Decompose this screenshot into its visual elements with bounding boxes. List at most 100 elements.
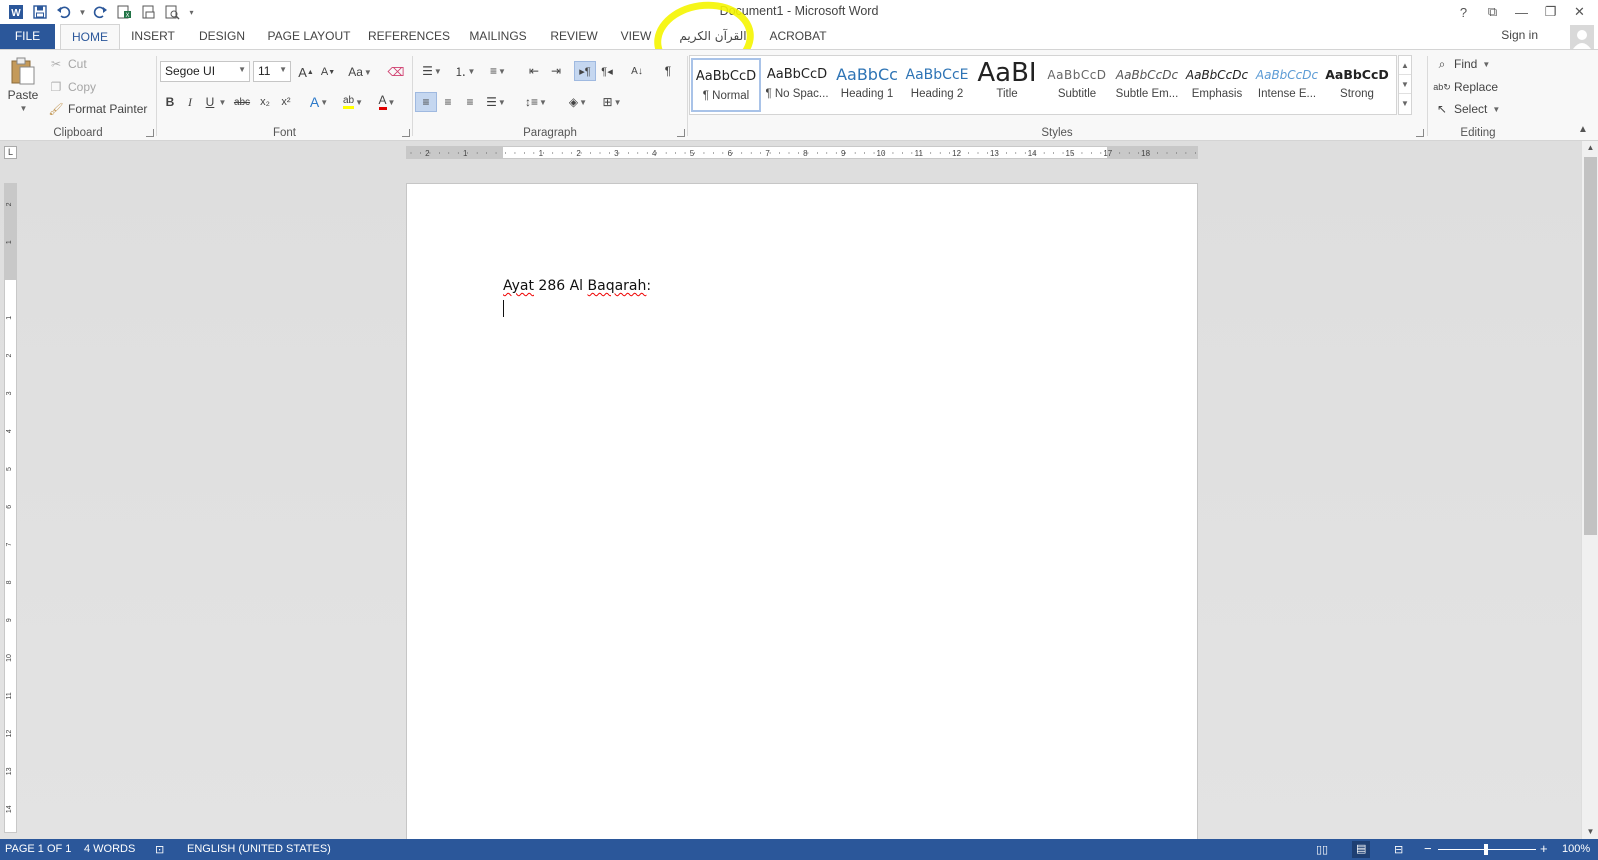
tab-mailings[interactable]: MAILINGS xyxy=(462,24,534,49)
document-text-line[interactable]: Ayat 286 Al Baqarah: xyxy=(503,278,651,294)
ruler-tick-label: 13 xyxy=(990,149,999,158)
align-center-button[interactable]: ≡ xyxy=(437,92,459,112)
zoom-slider-thumb[interactable] xyxy=(1484,844,1488,855)
numbering-button[interactable]: ⒈ ▼ xyxy=(450,61,480,81)
decrease-indent-button[interactable]: ⇤ xyxy=(523,61,545,81)
borders-button[interactable]: ⊞ ▼ xyxy=(597,92,627,112)
font-size-combo[interactable]: 11 ▼ xyxy=(253,61,291,82)
clear-formatting-button[interactable]: ⌫ xyxy=(385,62,407,82)
replace-button[interactable]: ab↻ Replace xyxy=(1433,79,1498,95)
scroll-down-icon[interactable]: ▼ xyxy=(1582,825,1598,839)
font-family-combo[interactable]: Segoe UI ▼ xyxy=(160,61,250,82)
find-button[interactable]: ⌕ Find ▼ xyxy=(1434,56,1491,72)
clipboard-group-label: Clipboard xyxy=(53,127,103,139)
rtl-direction-button[interactable]: ¶◂ xyxy=(596,61,618,81)
tab-home[interactable]: HOME xyxy=(60,24,120,50)
horizontal-ruler[interactable]: 2 1 1 2 3 4 5 6 7 8 9 10 11 12 13 14 15 17 18 xyxy=(406,146,1198,159)
show-formatting-marks-button[interactable]: ¶ xyxy=(657,61,679,81)
proofing-icon[interactable]: ⊡ xyxy=(155,843,164,856)
format-painter-button[interactable]: 🖌 Format Painter xyxy=(48,101,147,117)
bold-button[interactable]: B xyxy=(159,92,181,112)
ruler-tick-label: 12 xyxy=(6,730,13,738)
style-no-spacing[interactable]: AaBbCcD ¶ No Spac... xyxy=(762,58,832,112)
style-normal[interactable]: AaBbCcD ¶ Normal xyxy=(691,58,761,112)
tab-acrobat[interactable]: ACROBAT xyxy=(766,24,830,49)
close-icon[interactable]: ✕ xyxy=(1565,0,1594,24)
scroll-up-icon[interactable]: ▲ xyxy=(1582,141,1598,155)
tab-view[interactable]: VIEW xyxy=(614,24,658,49)
tab-review[interactable]: REVIEW xyxy=(544,24,604,49)
align-right-button[interactable]: ≡ xyxy=(459,92,481,112)
grow-font-button[interactable]: A ▲ xyxy=(295,62,317,82)
change-case-button[interactable]: Aa ▼ xyxy=(345,62,375,82)
zoom-in-button[interactable]: + xyxy=(1540,841,1548,856)
increase-indent-button[interactable]: ⇥ xyxy=(545,61,567,81)
style-intense-emphasis[interactable]: AaBbCcDc Intense E... xyxy=(1252,58,1322,112)
sort-button[interactable]: A↓ xyxy=(626,61,648,81)
copy-button[interactable]: ❐ Copy xyxy=(48,79,96,95)
vertical-scrollbar[interactable]: ▲ ▼ xyxy=(1581,141,1598,839)
ribbon-display-options-icon[interactable]: ⧉ xyxy=(1478,0,1507,24)
tab-selector-button[interactable]: L xyxy=(4,146,17,159)
scrollbar-thumb[interactable] xyxy=(1584,157,1597,535)
tab-insert[interactable]: INSERT xyxy=(126,24,180,49)
bullets-button[interactable]: ☰ ▼ xyxy=(417,61,447,81)
underline-dropdown-icon[interactable]: ▼ xyxy=(217,92,227,112)
style-subtitle[interactable]: AaBbCcD Subtitle xyxy=(1042,58,1112,112)
paragraph-dialog-launcher[interactable] xyxy=(677,129,685,137)
tab-page-layout[interactable]: PAGE LAYOUT xyxy=(262,24,356,49)
ruler-tick-label: 4 xyxy=(6,429,13,433)
minimize-icon[interactable]: — xyxy=(1507,0,1536,24)
shading-button[interactable]: ◈ ▼ xyxy=(563,92,593,112)
web-layout-icon[interactable]: ⊟ xyxy=(1394,843,1403,856)
style-title[interactable]: AaBI Title xyxy=(972,58,1042,112)
paste-button[interactable]: Paste ▼ xyxy=(6,56,40,113)
paste-dropdown-icon[interactable]: ▼ xyxy=(20,104,28,113)
word-count-status[interactable]: 4 WORDS xyxy=(84,843,135,855)
superscript-button[interactable]: x² xyxy=(275,92,297,112)
font-color-button[interactable]: A ▼ xyxy=(373,92,401,112)
zoom-out-button[interactable]: − xyxy=(1424,841,1432,856)
document-page[interactable]: Ayat 286 Al Baqarah: xyxy=(406,183,1198,843)
font-size-dropdown-icon: ▼ xyxy=(279,65,287,74)
line-spacing-button[interactable]: ↕≡ ▼ xyxy=(521,92,551,112)
align-left-icon: ≡ xyxy=(422,95,430,109)
language-status[interactable]: ENGLISH (UNITED STATES) xyxy=(187,843,331,855)
tab-design[interactable]: DESIGN xyxy=(192,24,252,49)
tab-references[interactable]: REFERENCES xyxy=(366,24,452,49)
italic-button[interactable]: I xyxy=(179,92,201,112)
cut-button[interactable]: ✂ Cut xyxy=(48,56,87,72)
print-layout-view-icon[interactable]: ▤ xyxy=(1352,841,1371,858)
gallery-more-icon[interactable]: ▼ xyxy=(1399,94,1411,113)
zoom-level[interactable]: 100% xyxy=(1562,843,1590,855)
page-count-status[interactable]: PAGE 1 OF 1 xyxy=(5,843,71,855)
tab-file[interactable]: FILE xyxy=(0,24,55,49)
justify-button[interactable]: ☰ ▼ xyxy=(481,92,511,112)
style-heading-2[interactable]: AaBbCcE Heading 2 xyxy=(902,58,972,112)
maximize-icon[interactable]: ❐ xyxy=(1536,0,1565,24)
style-strong[interactable]: AaBbCcD Strong xyxy=(1322,58,1392,112)
highlight-button[interactable]: ab ▼ xyxy=(339,92,367,112)
shrink-font-button[interactable]: A ▼ xyxy=(317,62,339,82)
read-mode-icon[interactable]: ▯▯ xyxy=(1316,843,1328,856)
strikethrough-button[interactable]: abc xyxy=(231,92,253,112)
clipboard-dialog-launcher[interactable] xyxy=(146,129,154,137)
multilevel-list-button[interactable]: ≡ ▼ xyxy=(483,61,513,81)
sign-in-link[interactable]: Sign in xyxy=(1501,28,1538,42)
align-left-button[interactable]: ≡ xyxy=(415,92,437,112)
style-subtle-emphasis[interactable]: AaBbCcDc Subtle Em... xyxy=(1112,58,1182,112)
style-heading-1[interactable]: AaBbCc Heading 1 xyxy=(832,58,902,112)
subscript-button[interactable]: x₂ xyxy=(254,92,276,112)
font-dialog-launcher[interactable] xyxy=(402,129,410,137)
avatar[interactable] xyxy=(1570,25,1594,49)
gallery-up-icon[interactable]: ▲ xyxy=(1399,56,1411,75)
style-emphasis[interactable]: AaBbCcDc Emphasis xyxy=(1182,58,1252,112)
gallery-down-icon[interactable]: ▼ xyxy=(1399,75,1411,94)
help-icon[interactable]: ? xyxy=(1449,0,1478,24)
vertical-ruler[interactable]: 2 1 1 2 3 4 5 6 7 8 9 10 11 12 13 14 xyxy=(4,183,17,833)
text-effects-button[interactable]: A ▼ xyxy=(305,92,333,112)
select-button[interactable]: ↖ Select ▼ xyxy=(1434,101,1500,117)
styles-dialog-launcher[interactable] xyxy=(1416,129,1424,137)
ltr-direction-button[interactable]: ▸¶ xyxy=(574,61,596,81)
collapse-ribbon-icon[interactable]: ▲ xyxy=(1578,124,1588,135)
